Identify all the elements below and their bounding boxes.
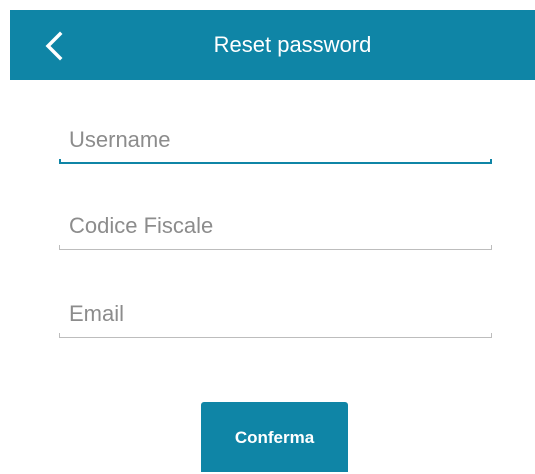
username-underline-tick-right [490,159,492,164]
email-underline-tick-right [491,333,492,338]
email-field-container [59,294,492,338]
codice-fiscale-field-container [59,206,492,250]
username-underline [59,162,492,164]
username-field-container [59,120,492,164]
username-input[interactable] [59,120,492,160]
codice-fiscale-input[interactable] [59,206,492,246]
codice-fiscale-underline [59,249,492,250]
app-header: Reset password [10,10,535,80]
codice-fiscale-underline-tick-right [491,245,492,250]
codice-fiscale-underline-tick-left [59,245,60,250]
email-underline-tick-left [59,333,60,338]
email-input[interactable] [59,294,492,334]
conferma-button[interactable]: Conferma [201,402,348,472]
status-strip [0,0,535,10]
username-underline-tick-left [59,159,61,164]
email-underline [59,337,492,338]
page-title: Reset password [213,32,372,57]
